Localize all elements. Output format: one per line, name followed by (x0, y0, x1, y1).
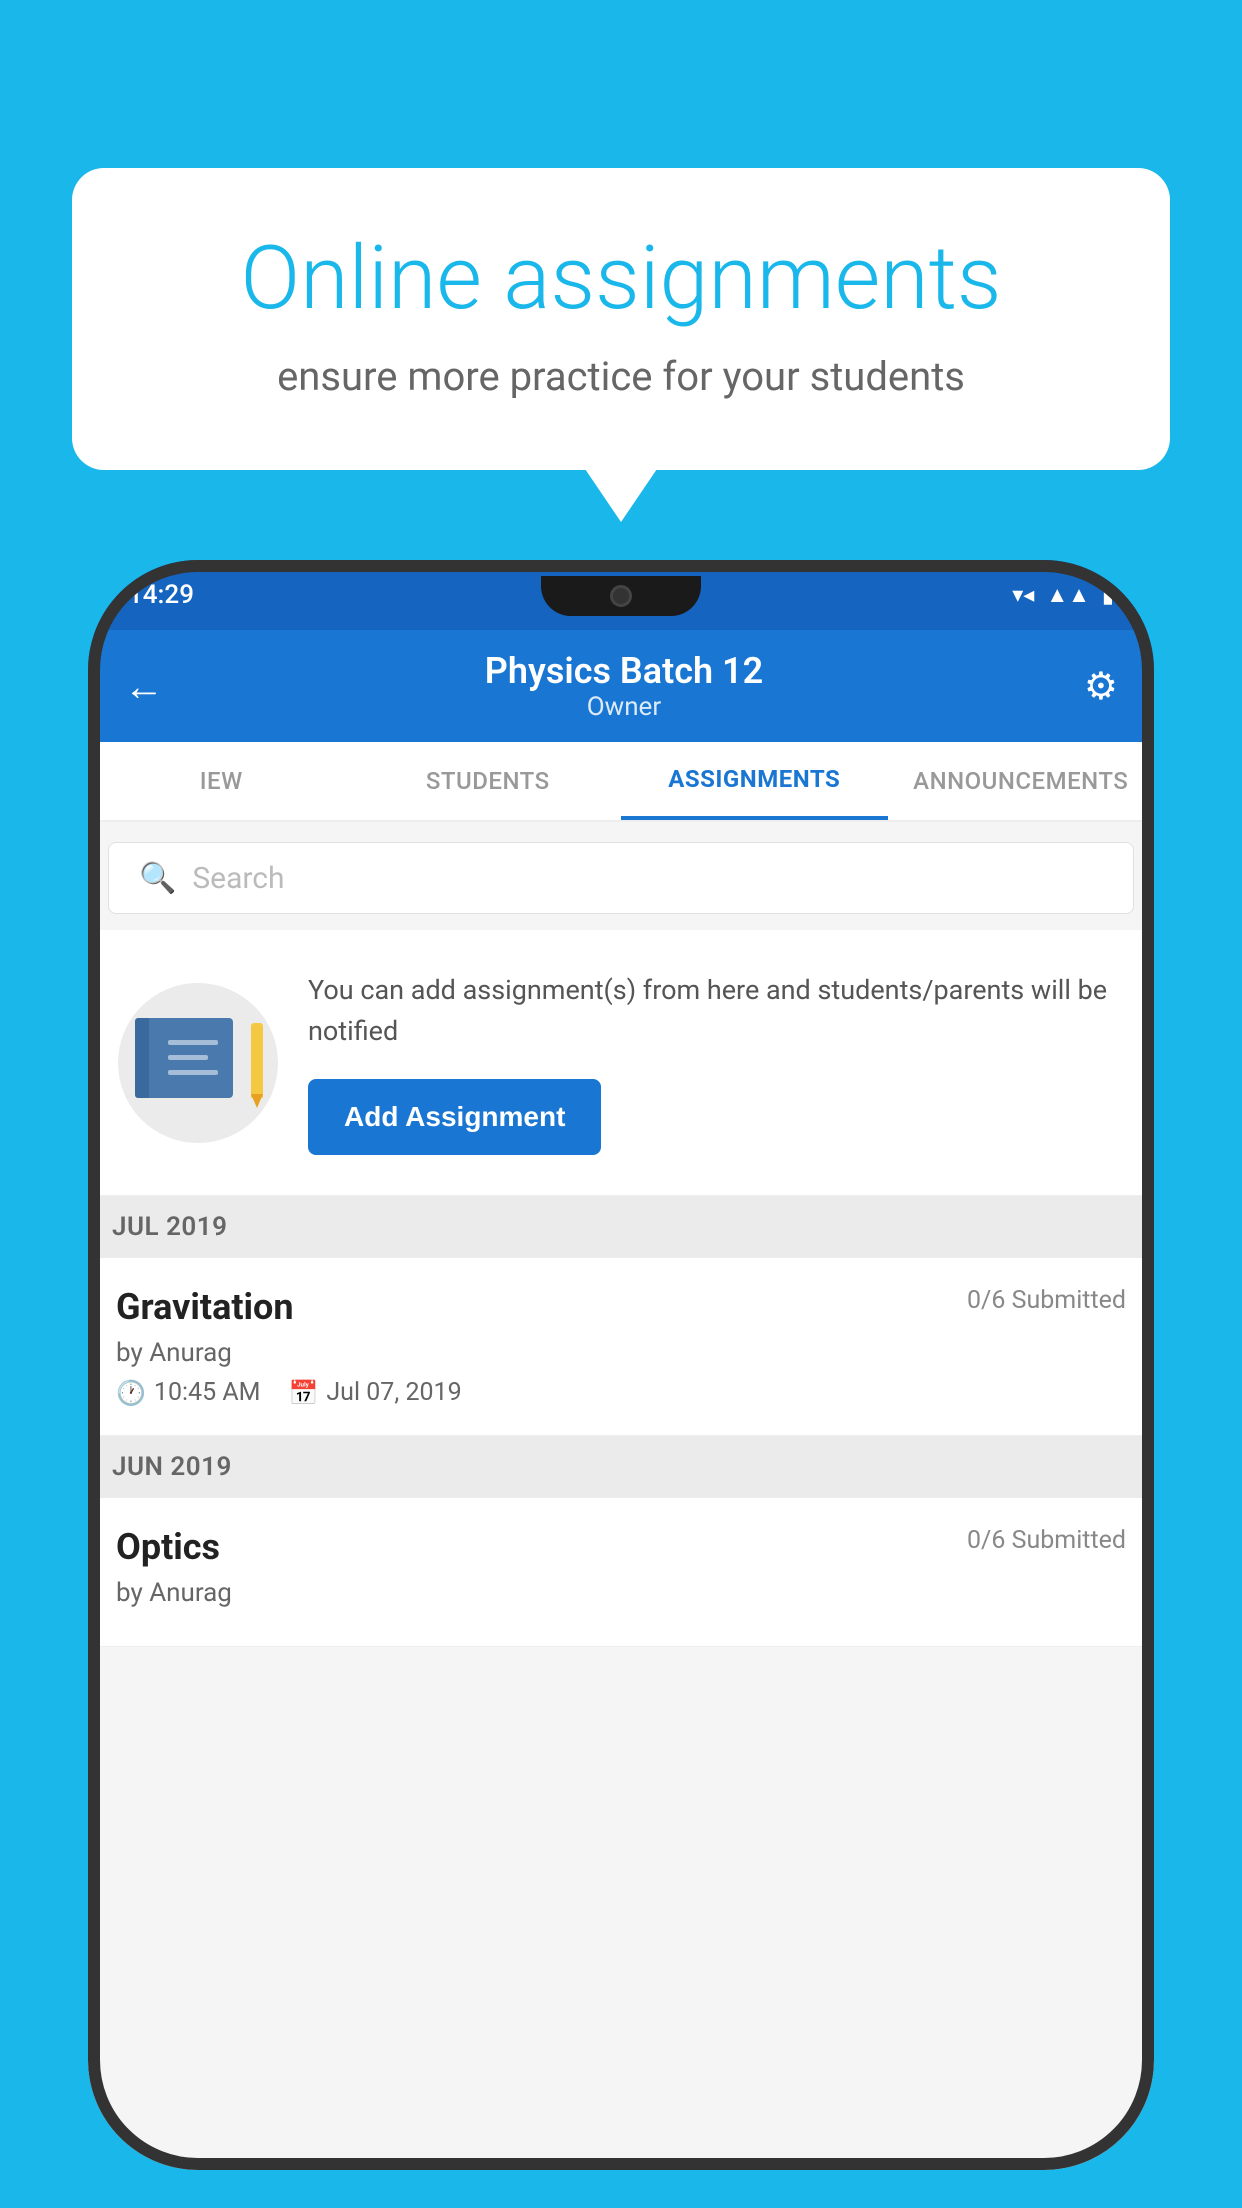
assignment-item-gravitation[interactable]: Gravitation 0/6 Submitted by Anurag 🕐 10… (88, 1258, 1154, 1436)
assignment-meta-gravitation: 🕐 10:45 AM 📅 Jul 07, 2019 (116, 1378, 1126, 1407)
assignment-time: 🕐 10:45 AM (116, 1378, 260, 1407)
tab-students[interactable]: STUDENTS (355, 742, 622, 820)
header-title: Physics Batch 12 (485, 650, 763, 692)
assignment-name-optics: Optics (116, 1526, 220, 1568)
back-button[interactable]: ← (124, 663, 164, 710)
clock-icon: 🕐 (116, 1379, 146, 1407)
add-assignment-button[interactable]: Add Assignment (308, 1079, 601, 1155)
assignment-row-top-optics: Optics 0/6 Submitted (116, 1526, 1126, 1568)
notch (541, 576, 701, 616)
assignment-time-value: 10:45 AM (154, 1378, 261, 1407)
empty-state-card: You can add assignment(s) from here and … (88, 930, 1154, 1196)
battery-icon: ▮ (1102, 583, 1114, 608)
assignment-author-gravitation: by Anurag (116, 1338, 1126, 1368)
notebook-icon (143, 1018, 233, 1098)
assignment-submitted-gravitation: 0/6 Submitted (967, 1286, 1126, 1315)
assignment-date: 📅 Jul 07, 2019 (288, 1378, 461, 1407)
assignment-submitted-optics: 0/6 Submitted (967, 1526, 1126, 1555)
calendar-icon: 📅 (288, 1379, 318, 1407)
search-icon: 🔍 (139, 861, 176, 896)
search-placeholder: Search (192, 861, 284, 896)
empty-state-text: You can add assignment(s) from here and … (308, 970, 1124, 1155)
empty-state-description: You can add assignment(s) from here and … (308, 970, 1124, 1051)
assignment-name-gravitation: Gravitation (116, 1286, 294, 1328)
app-header: ← Physics Batch 12 Owner ⚙ (88, 630, 1154, 742)
assignment-illustration (118, 983, 278, 1143)
search-bar[interactable]: 🔍 Search (108, 842, 1134, 914)
tab-iew[interactable]: IEW (88, 742, 355, 820)
speech-bubble-title: Online assignments (152, 228, 1090, 329)
signal-icon: ▲▲ (1046, 582, 1090, 608)
assignment-date-value: Jul 07, 2019 (326, 1378, 461, 1407)
section-header-jul: JUL 2019 (88, 1196, 1154, 1258)
status-time: 14:29 (128, 580, 194, 610)
content-area: 🔍 Search (88, 822, 1154, 2170)
tab-announcements[interactable]: ANNOUNCEMENTS (888, 742, 1155, 820)
assignment-item-optics[interactable]: Optics 0/6 Submitted by Anurag (88, 1498, 1154, 1647)
assignment-author-optics: by Anurag (116, 1578, 1126, 1608)
header-center: Physics Batch 12 Owner (485, 650, 763, 722)
wifi-icon: ▾◂ (1012, 583, 1034, 608)
settings-button[interactable]: ⚙ (1084, 664, 1118, 709)
phone-frame: 14:29 ▾◂ ▲▲ ▮ ← Physics Batch 12 Owner ⚙… (88, 560, 1154, 2170)
section-header-jun: JUN 2019 (88, 1436, 1154, 1498)
speech-bubble-subtitle: ensure more practice for your students (152, 353, 1090, 400)
speech-bubble-card: Online assignments ensure more practice … (72, 168, 1170, 470)
camera (610, 585, 632, 607)
tab-bar: IEW STUDENTS ASSIGNMENTS ANNOUNCEMENTS (88, 742, 1154, 822)
assignment-row-top: Gravitation 0/6 Submitted (116, 1286, 1126, 1328)
status-icons: ▾◂ ▲▲ ▮ (1012, 582, 1114, 608)
tab-assignments[interactable]: ASSIGNMENTS (621, 742, 888, 820)
header-subtitle: Owner (485, 692, 763, 722)
